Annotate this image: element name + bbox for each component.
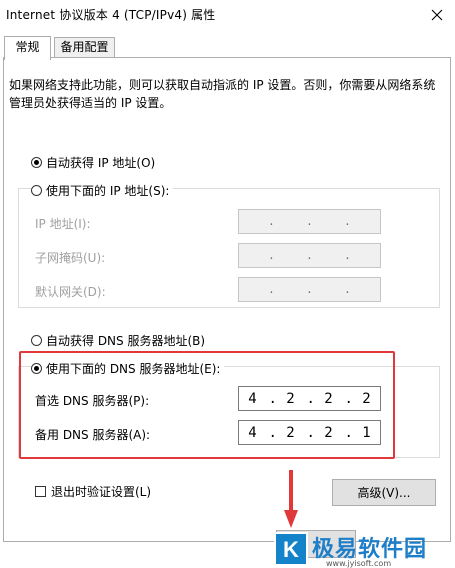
validate-checkbox[interactable]: [35, 486, 46, 497]
close-icon: [431, 9, 443, 21]
description-text: 如果网络支持此功能，则可以获取自动指派的 IP 设置。否则，你需要从网络系统管理…: [9, 78, 436, 110]
auto-ip-label: 自动获得 IP 地址(O): [46, 156, 156, 170]
advanced-button[interactable]: 高级(V)...: [332, 479, 436, 506]
window-title: Internet 协议版本 4 (TCP/IPv4) 属性: [6, 8, 216, 22]
tab-general[interactable]: 常规: [4, 36, 51, 60]
manual-ip-radio[interactable]: 使用下面的 IP 地址(S):: [31, 182, 174, 199]
watermark: K 极易软件园 www.jyisoft.com: [268, 526, 455, 568]
ip-address-field: ...: [238, 209, 381, 234]
default-gateway-field: ...: [238, 277, 381, 302]
radio-button[interactable]: [31, 157, 42, 168]
auto-dns-label: 自动获得 DNS 服务器地址(B): [46, 334, 206, 348]
validate-label: 退出时验证设置(L): [51, 485, 152, 499]
close-button[interactable]: [419, 0, 455, 30]
watermark-url: www.jyisoft.com: [326, 559, 392, 568]
arrow-down-icon: [284, 470, 298, 528]
auto-dns-radio[interactable]: 自动获得 DNS 服务器地址(B): [31, 332, 205, 349]
subnet-mask-label: 子网掩码(U):: [35, 251, 106, 265]
default-gateway-label: 默认网关(D):: [35, 285, 106, 299]
tab-alternate-config[interactable]: 备用配置: [54, 37, 115, 58]
auto-ip-radio[interactable]: 自动获得 IP 地址(O): [31, 154, 155, 171]
watermark-logo: K: [274, 532, 308, 566]
general-panel: 如果网络支持此功能，则可以获取自动指派的 IP 设置。否则，你需要从网络系统管理…: [3, 57, 451, 542]
svg-text:K: K: [283, 537, 299, 562]
dns-highlight-box: [19, 351, 395, 459]
subnet-mask-field: ...: [238, 243, 381, 268]
ip-address-label: IP 地址(I):: [35, 217, 91, 231]
title-bar: Internet 协议版本 4 (TCP/IPv4) 属性: [0, 0, 455, 30]
validate-checkbox-row[interactable]: 退出时验证设置(L): [35, 483, 151, 500]
radio-button[interactable]: [31, 185, 42, 196]
radio-button[interactable]: [31, 335, 42, 346]
manual-ip-label: 使用下面的 IP 地址(S):: [46, 184, 170, 198]
